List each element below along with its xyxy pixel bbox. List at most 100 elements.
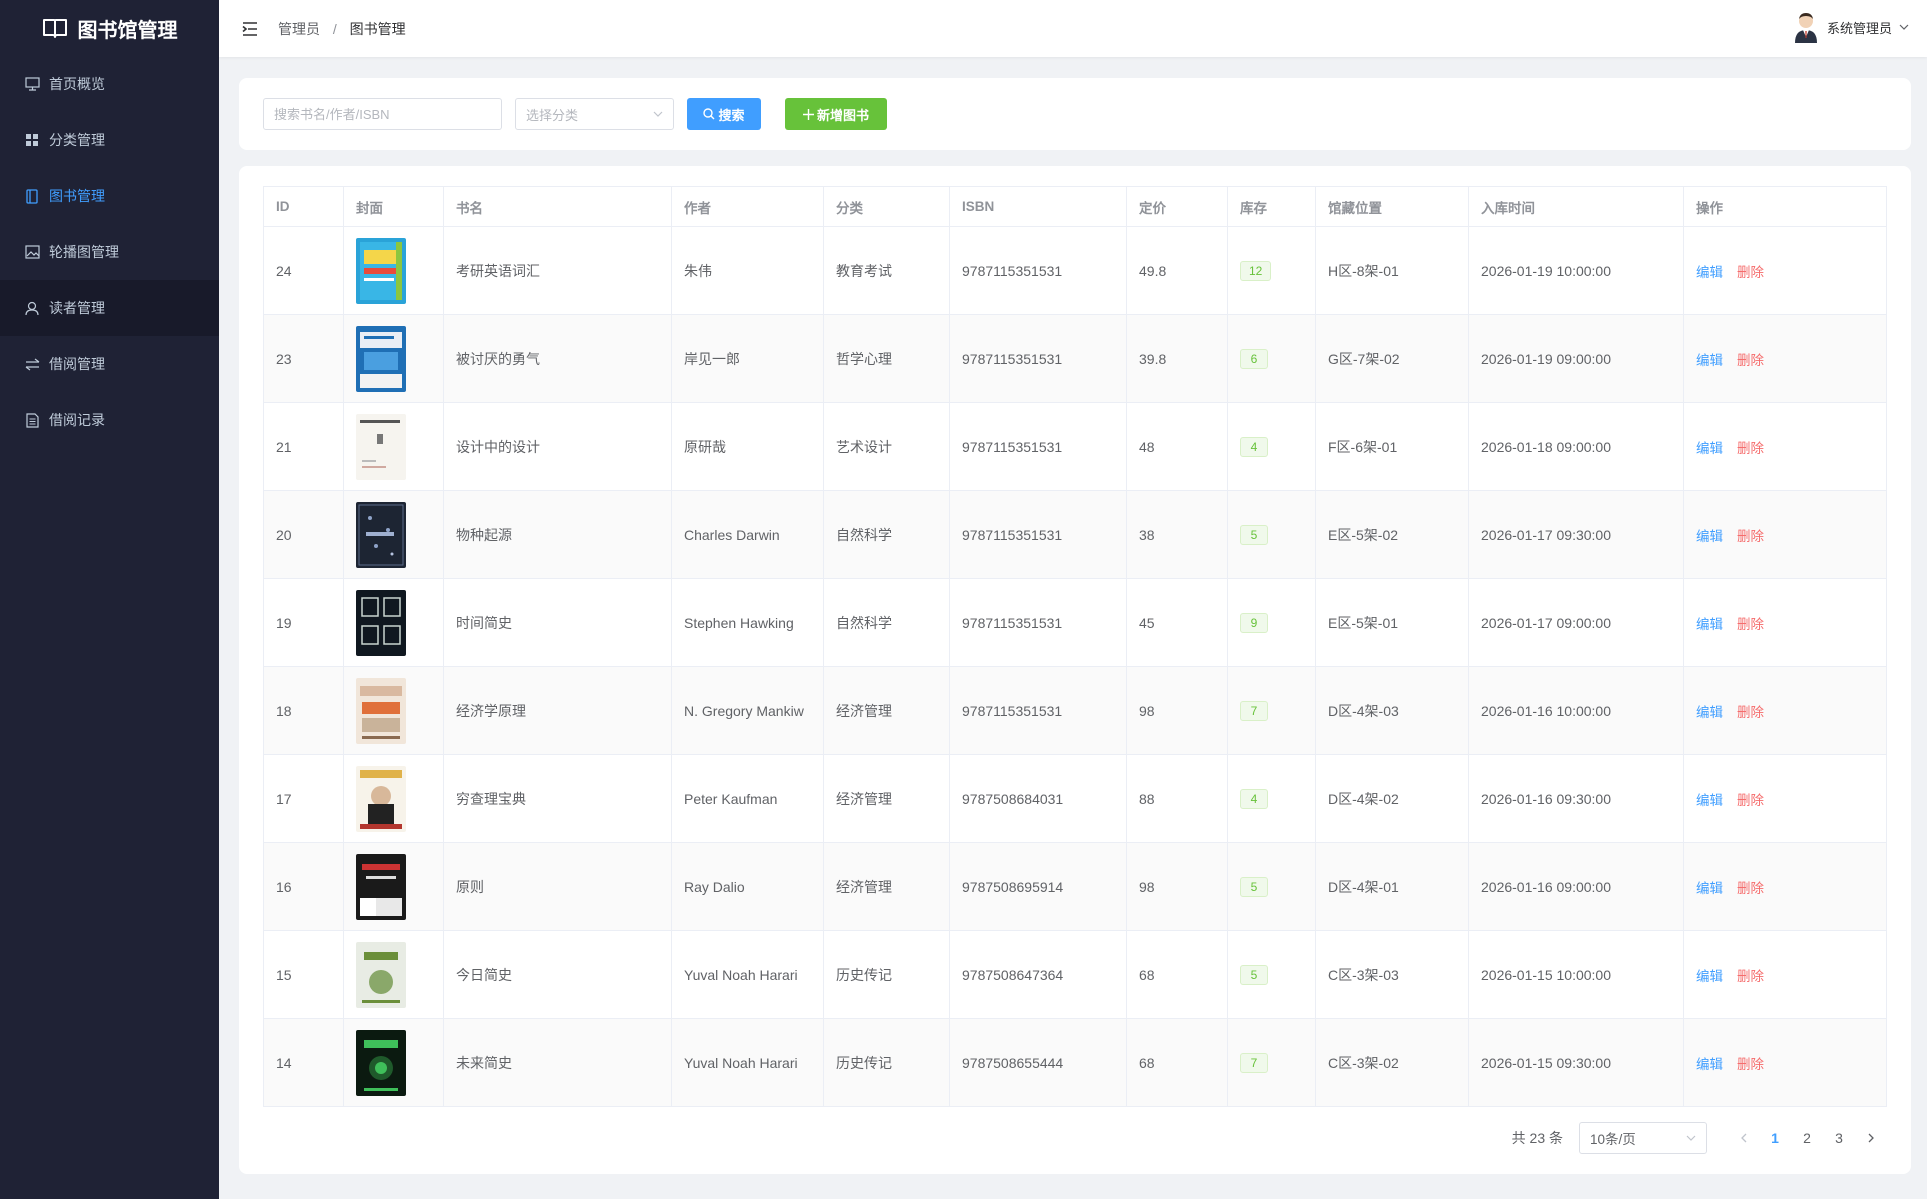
cell-cover: [343, 930, 444, 1019]
column-header-stock: 库存: [1227, 186, 1316, 227]
edit-button[interactable]: 编辑: [1696, 441, 1723, 456]
delete-button[interactable]: 删除: [1737, 441, 1764, 456]
delete-button[interactable]: 删除: [1737, 1057, 1764, 1072]
breadcrumb-item-admin[interactable]: 管理员: [278, 21, 320, 37]
delete-button[interactable]: 删除: [1737, 969, 1764, 984]
cell-author: Yuval Noah Harari: [671, 930, 824, 1019]
stock-badge: 4: [1240, 436, 1268, 457]
sidebar-item-category[interactable]: 分类管理: [0, 112, 219, 168]
sidebar-item-books[interactable]: 图书管理: [0, 168, 219, 224]
page-number-button[interactable]: 1: [1759, 1130, 1791, 1146]
next-page-button[interactable]: [1855, 1130, 1887, 1146]
sidebar-item-label: 读者管理: [49, 300, 105, 316]
page-size-select[interactable]: 10条/页: [1579, 1122, 1707, 1154]
cell-cover: [343, 754, 444, 843]
cell-id: 16: [263, 842, 344, 931]
cell-title: 未来简史: [443, 1018, 672, 1107]
cell-location: E区-5架-02: [1315, 490, 1469, 579]
delete-button[interactable]: 删除: [1737, 793, 1764, 808]
sidebar-item-borrow-records[interactable]: 借阅记录: [0, 392, 219, 448]
cell-title: 今日简史: [443, 930, 672, 1019]
document-icon: [24, 412, 40, 428]
cell-time: 2026-01-16 09:00:00: [1468, 842, 1684, 931]
cell-time: 2026-01-15 09:30:00: [1468, 1018, 1684, 1107]
cell-actions: 编辑 删除: [1683, 314, 1887, 403]
user-menu[interactable]: 系统管理员: [1792, 11, 1909, 43]
search-button[interactable]: 搜索: [687, 98, 761, 130]
search-button-label: 搜索: [718, 107, 745, 123]
delete-button[interactable]: 删除: [1737, 881, 1764, 896]
cell-title: 原则: [443, 842, 672, 931]
edit-button[interactable]: 编辑: [1696, 793, 1723, 808]
cell-author: Stephen Hawking: [671, 578, 824, 667]
chevron-down-icon: [1899, 24, 1909, 30]
page-number-button[interactable]: 3: [1823, 1130, 1855, 1146]
cell-title: 经济学原理: [443, 666, 672, 755]
cell-title: 时间简史: [443, 578, 672, 667]
edit-button[interactable]: 编辑: [1696, 969, 1723, 984]
sidebar-item-carousel[interactable]: 轮播图管理: [0, 224, 219, 280]
cell-actions: 编辑 删除: [1683, 490, 1887, 579]
cell-cover: [343, 226, 444, 315]
edit-button[interactable]: 编辑: [1696, 529, 1723, 544]
page-number-button[interactable]: 2: [1791, 1130, 1823, 1146]
table-row: 16 原则 Ray Dalio 经济管理 9787508695914 98 5 D区-4架-0…: [263, 842, 1887, 931]
delete-button[interactable]: 删除: [1737, 617, 1764, 632]
column-header-location: 馆藏位置: [1315, 186, 1469, 227]
cell-cover: [343, 490, 444, 579]
edit-button[interactable]: 编辑: [1696, 353, 1723, 368]
cell-id: 20: [263, 490, 344, 579]
book-cover-image: [356, 237, 406, 304]
edit-button[interactable]: 编辑: [1696, 1057, 1723, 1072]
category-select[interactable]: 选择分类: [515, 98, 674, 130]
cell-author: Ray Dalio: [671, 842, 824, 931]
delete-button[interactable]: 删除: [1737, 529, 1764, 544]
cell-time: 2026-01-19 09:00:00: [1468, 314, 1684, 403]
edit-button[interactable]: 编辑: [1696, 617, 1723, 632]
cell-id: 14: [263, 1018, 344, 1107]
cell-author: 原研哉: [671, 402, 824, 491]
cell-actions: 编辑 删除: [1683, 754, 1887, 843]
page-size-value: 10条/页: [1590, 1132, 1636, 1147]
sidebar-item-readers[interactable]: 读者管理: [0, 280, 219, 336]
book-cover-image: [356, 589, 406, 656]
collapse-menu-icon[interactable]: [241, 20, 259, 38]
sidebar-item-label: 分类管理: [49, 132, 105, 148]
delete-button[interactable]: 删除: [1737, 705, 1764, 720]
user-name: 系统管理员: [1826, 20, 1892, 36]
edit-button[interactable]: 编辑: [1696, 881, 1723, 896]
delete-button[interactable]: 删除: [1737, 265, 1764, 280]
search-icon: [703, 108, 715, 120]
cell-author: 岸见一郎: [671, 314, 824, 403]
prev-page-button[interactable]: [1727, 1130, 1759, 1146]
pagination-total: 共 23 条: [1511, 1130, 1563, 1146]
cell-location: H区-8架-01: [1315, 226, 1469, 315]
cell-time: 2026-01-18 09:00:00: [1468, 402, 1684, 491]
cell-price: 49.8: [1126, 226, 1228, 315]
add-book-button[interactable]: 新增图书: [785, 98, 887, 130]
search-input[interactable]: [263, 98, 502, 130]
cell-price: 88: [1126, 754, 1228, 843]
sidebar-item-dashboard[interactable]: 首页概览: [0, 56, 219, 112]
stock-badge: 5: [1240, 524, 1268, 545]
open-book-icon: [42, 19, 67, 38]
cell-title: 物种起源: [443, 490, 672, 579]
sidebar-item-borrow[interactable]: 借阅管理: [0, 336, 219, 392]
edit-button[interactable]: 编辑: [1696, 705, 1723, 720]
stock-badge: 9: [1240, 612, 1268, 633]
chevron-right-icon: [1868, 1133, 1874, 1143]
logo: 图书馆管理: [0, 0, 219, 56]
cell-stock: 5: [1227, 842, 1316, 931]
delete-button[interactable]: 删除: [1737, 353, 1764, 368]
cell-isbn: 9787508684031: [949, 754, 1127, 843]
book-icon: [24, 188, 40, 204]
cell-id: 21: [263, 402, 344, 491]
cell-category: 教育考试: [823, 226, 950, 315]
cell-author: Charles Darwin: [671, 490, 824, 579]
book-cover-image: [356, 677, 406, 744]
pagination: 共 23 条 10条/页 123: [1512, 1122, 1887, 1154]
edit-button[interactable]: 编辑: [1696, 265, 1723, 280]
cell-id: 23: [263, 314, 344, 403]
column-header-title: 书名: [443, 186, 672, 227]
cell-actions: 编辑 删除: [1683, 578, 1887, 667]
